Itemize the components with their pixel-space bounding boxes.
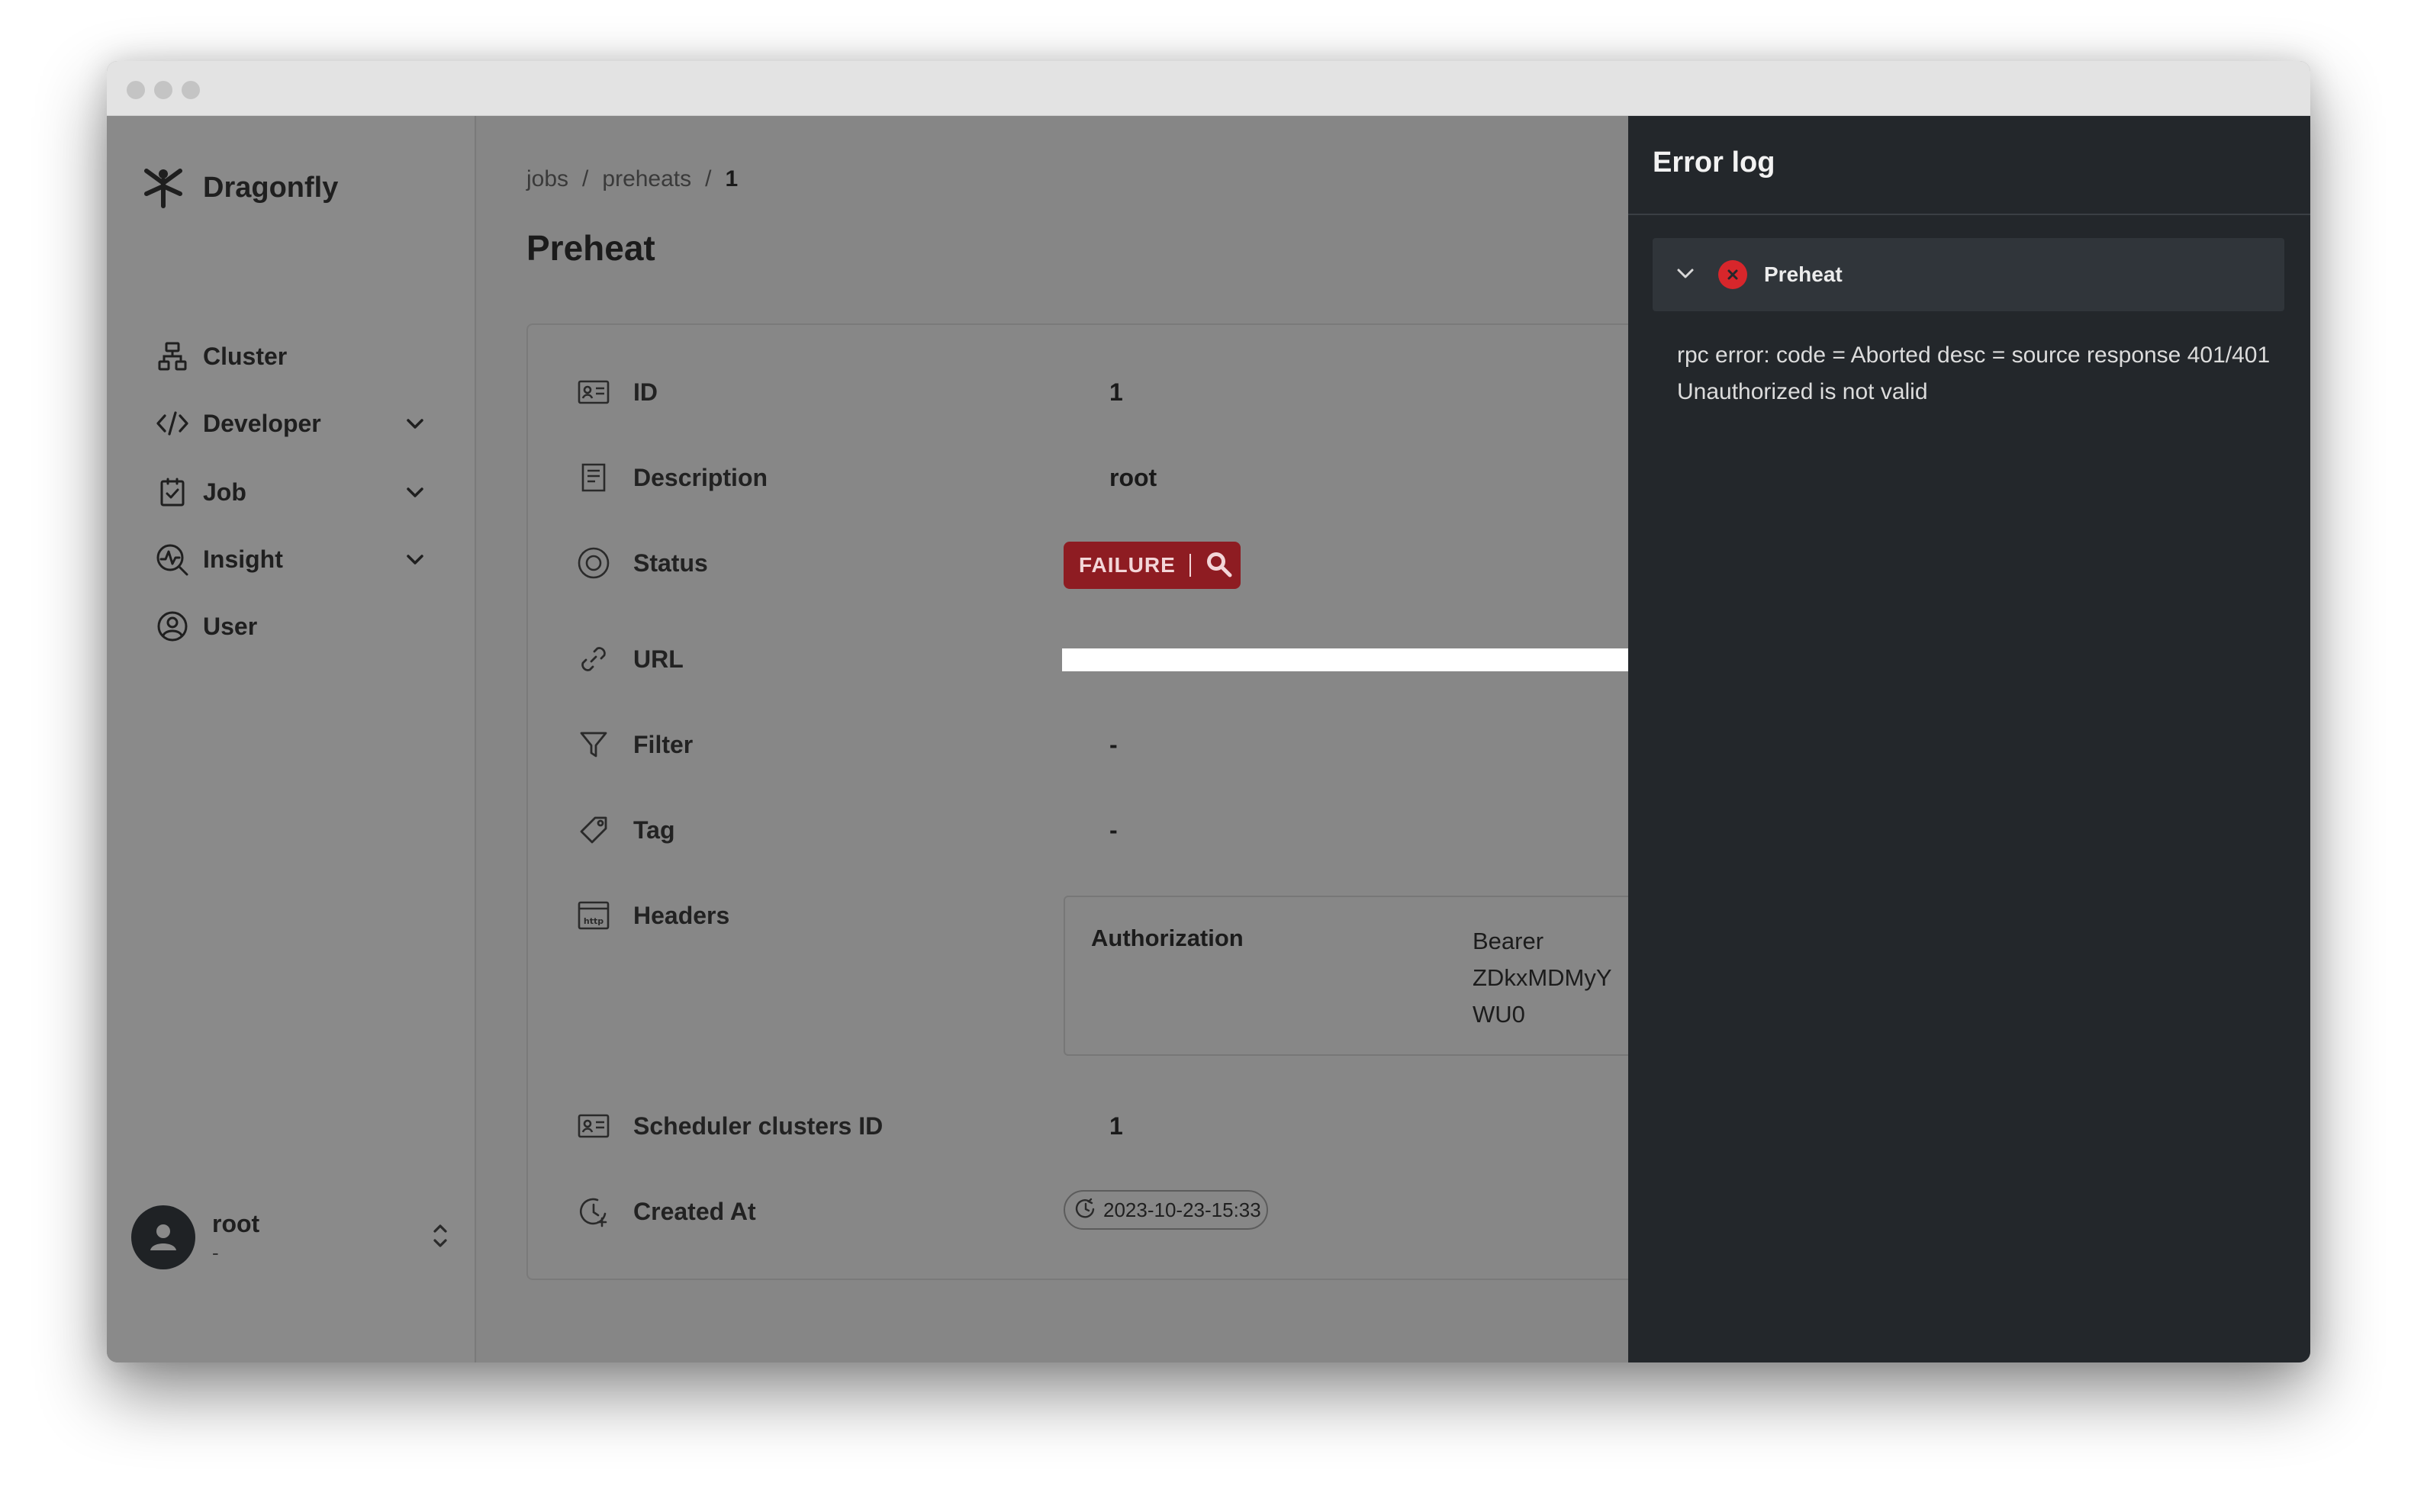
user-subtitle: - <box>212 1241 219 1264</box>
clock-icon <box>575 1193 612 1230</box>
detail-label: Tag <box>633 816 675 844</box>
detail-label: Description <box>633 463 768 491</box>
sidebar-item-label: Developer <box>203 409 321 437</box>
sidebar-item-insight[interactable]: Insight <box>154 532 429 586</box>
avatar <box>131 1205 195 1269</box>
detail-label: Status <box>633 549 708 577</box>
drawer-divider <box>1628 214 2310 215</box>
detail-value-description: root <box>1109 464 1157 491</box>
sidebar: Dragonfly Cluster Developer Job Insight … <box>107 116 476 1362</box>
detail-value-filter: - <box>1109 731 1118 758</box>
detail-value-id: 1 <box>1109 378 1123 406</box>
sidebar-item-label: User <box>203 612 258 640</box>
detail-row-filter: Filter - <box>575 726 1118 763</box>
chevron-updown-icon[interactable] <box>429 1219 452 1256</box>
http-icon: http <box>575 897 612 934</box>
chevron-down-icon[interactable] <box>401 410 429 437</box>
filter-icon <box>575 726 612 763</box>
status-badge[interactable]: FAILURE <box>1064 542 1241 589</box>
drawer-title: Error log <box>1653 146 1775 179</box>
sidebar-item-cluster[interactable]: Cluster <box>154 330 429 383</box>
sidebar-item-label: Cluster <box>203 342 288 370</box>
breadcrumb: jobs / preheats / 1 <box>526 166 738 192</box>
header-value: Bearer ZDkxMDMyY WU0 <box>1473 923 1612 1033</box>
sidebar-item-job[interactable]: Job <box>154 465 429 519</box>
sidebar-item-user[interactable]: User <box>154 600 429 653</box>
cluster-icon <box>154 338 191 375</box>
detail-label: ID <box>633 378 658 406</box>
header-value-line: ZDkxMDMyY <box>1473 964 1612 991</box>
header-value-line: Bearer <box>1473 928 1544 954</box>
chevron-down-icon[interactable] <box>401 478 429 506</box>
id-card-icon <box>575 374 612 410</box>
detail-label: Filter <box>633 730 694 758</box>
sidebar-item-label: Insight <box>203 545 283 573</box>
breadcrumb-separator: / <box>705 166 712 191</box>
detail-label: Scheduler clusters ID <box>633 1111 884 1140</box>
page-title: Preheat <box>526 228 655 268</box>
window-minimize-dot[interactable] <box>154 81 172 99</box>
breadcrumb-separator: / <box>582 166 589 191</box>
insight-icon <box>154 541 191 577</box>
window-close-dot[interactable] <box>127 81 145 99</box>
created-at-chip: 2023-10-23-15:33 <box>1064 1190 1268 1230</box>
error-item-title: Preheat <box>1764 262 1843 286</box>
user-name: root <box>212 1210 260 1237</box>
detail-label: URL <box>633 645 684 673</box>
search-icon[interactable] <box>1205 550 1232 581</box>
job-icon <box>154 474 191 510</box>
header-value-line: WU0 <box>1473 1001 1525 1028</box>
history-icon <box>1074 1197 1097 1224</box>
breadcrumb-current: 1 <box>725 166 739 191</box>
breadcrumb-jobs[interactable]: jobs <box>526 166 568 192</box>
detail-label: Headers <box>633 901 730 929</box>
code-icon <box>154 405 191 442</box>
tag-icon <box>575 812 612 848</box>
error-message: rpc error: code = Aborted desc = source … <box>1677 343 2271 404</box>
sidebar-item-label: Job <box>203 478 246 506</box>
error-log-drawer: Error log Preheat rpc error: code = Abor… <box>1628 116 2310 1362</box>
document-icon <box>575 459 612 496</box>
detail-row-id: ID 1 <box>575 374 1123 410</box>
id-card-icon <box>575 1108 612 1144</box>
window-maximize-dot[interactable] <box>182 81 200 99</box>
status-badge-divider <box>1189 554 1191 577</box>
detail-row-url: URL <box>575 641 1061 677</box>
detail-row-tag: Tag - <box>575 812 1118 848</box>
chevron-down-icon[interactable] <box>1674 262 1697 288</box>
dragonfly-logo-icon <box>140 163 186 213</box>
detail-value-scheduler-clusters: 1 <box>1109 1112 1123 1140</box>
title-bar <box>107 61 2310 116</box>
status-icon <box>575 545 612 581</box>
chevron-down-icon[interactable] <box>401 545 429 573</box>
brand-logo[interactable]: Dragonfly <box>140 163 338 213</box>
sidebar-item-developer[interactable]: Developer <box>154 397 429 450</box>
headers-table: Authorization Bearer ZDkxMDMyY WU0 <box>1064 896 1640 1056</box>
app-window: Dragonfly Cluster Developer Job Insight … <box>107 61 2310 1362</box>
error-icon <box>1718 260 1747 289</box>
detail-row-scheduler-clusters: Scheduler clusters ID 1 <box>575 1108 1123 1144</box>
status-badge-text: FAILURE <box>1079 553 1176 577</box>
breadcrumb-preheats[interactable]: preheats <box>602 166 691 192</box>
svg-text:http: http <box>584 916 604 926</box>
account-switcher[interactable]: root - <box>131 1199 452 1276</box>
url-value-redacted <box>1062 648 1640 671</box>
preheat-detail-card: ID 1 Description root Status FAILURE URL… <box>526 323 1640 1280</box>
header-key: Authorization <box>1091 925 1244 951</box>
detail-row-created-at: Created At <box>575 1193 1061 1230</box>
detail-value-tag: - <box>1109 816 1118 844</box>
app-body: Dragonfly Cluster Developer Job Insight … <box>107 116 2310 1362</box>
detail-row-status: Status <box>575 545 1061 581</box>
detail-label: Created At <box>633 1197 756 1225</box>
user-icon <box>154 608 191 645</box>
detail-row-headers: http Headers <box>575 897 1061 934</box>
detail-row-description: Description root <box>575 459 1157 496</box>
brand-name: Dragonfly <box>203 172 339 204</box>
main-content: jobs / preheats / 1 Preheat ID 1 Descrip… <box>478 116 1640 1362</box>
error-accordion-header[interactable]: Preheat <box>1653 238 2284 311</box>
created-at-value: 2023-10-23-15:33 <box>1103 1198 1261 1221</box>
link-icon <box>575 641 612 677</box>
